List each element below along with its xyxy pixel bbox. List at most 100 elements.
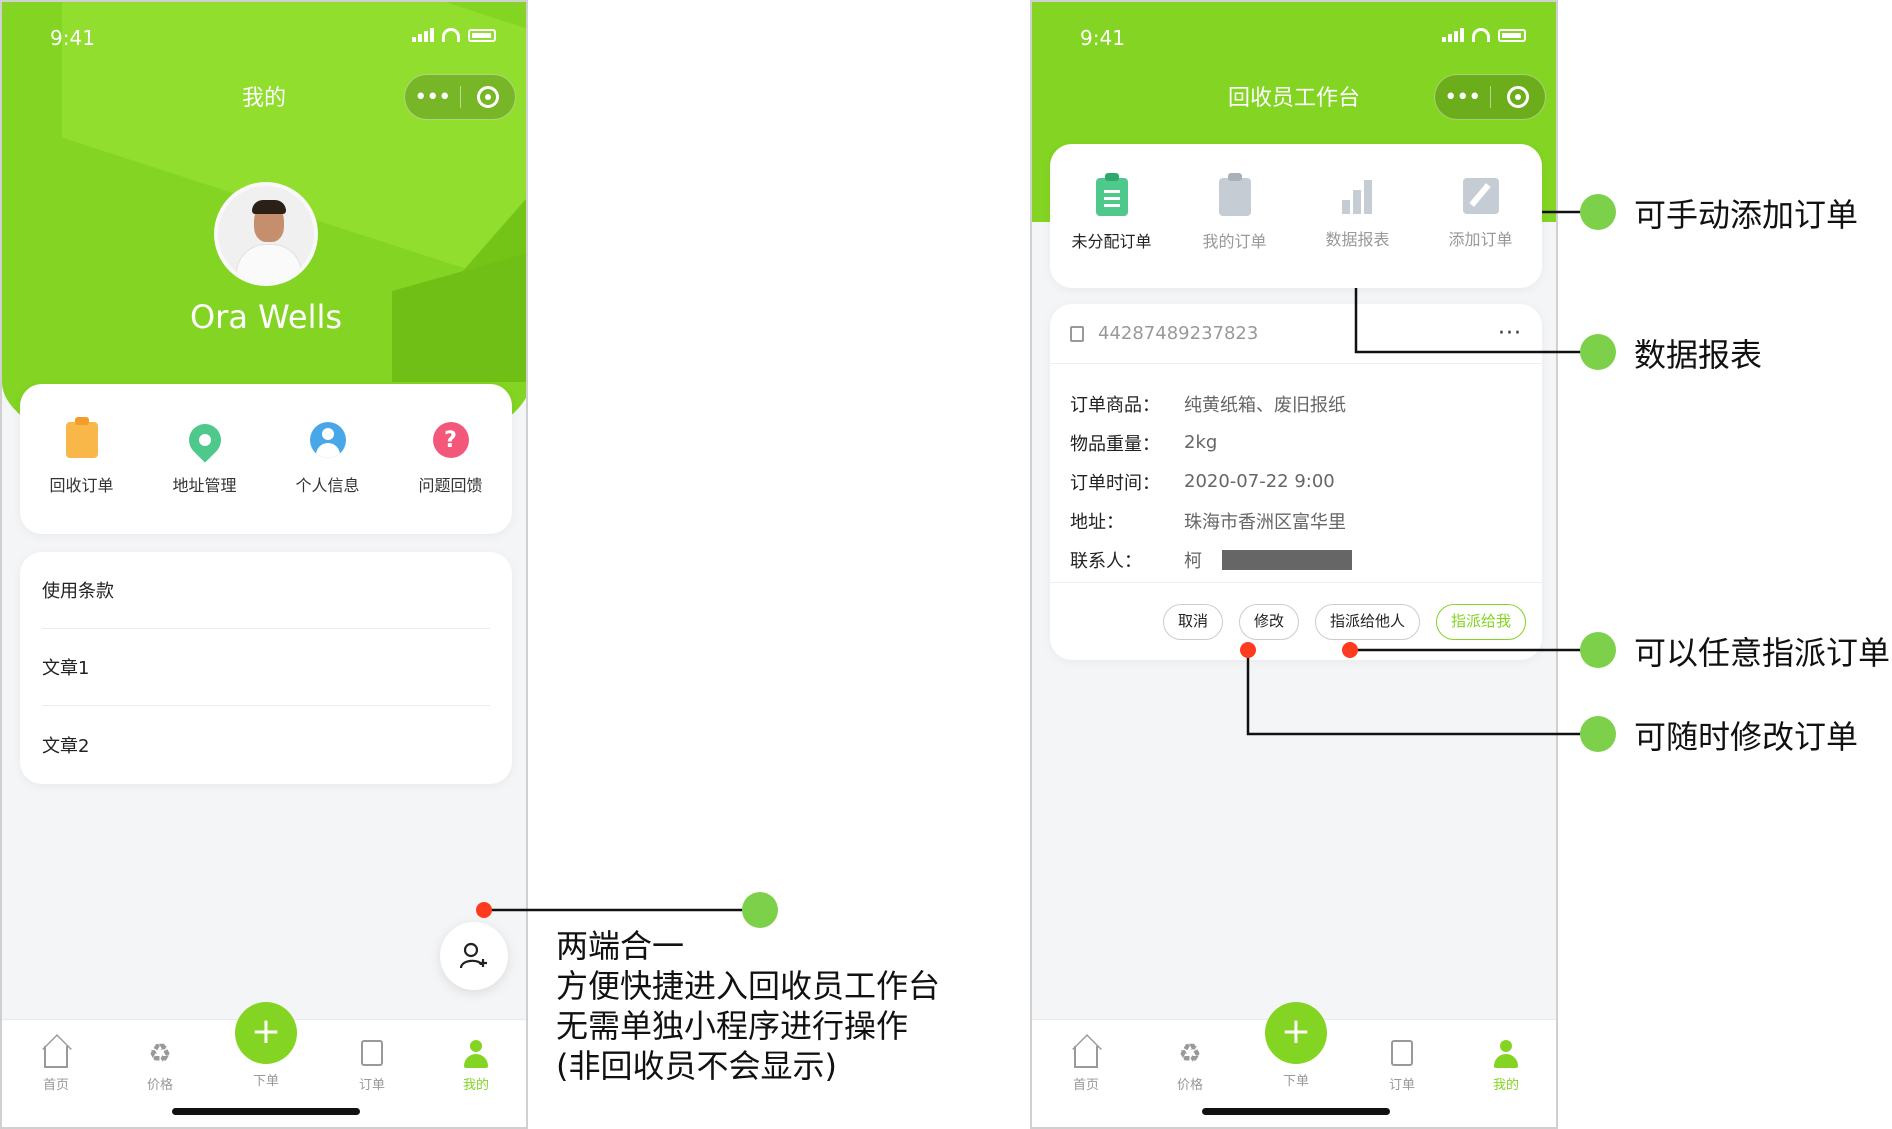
annotation-line: 无需单独小程序进行操作 bbox=[556, 1007, 909, 1045]
menu-item-terms[interactable]: 使用条款 bbox=[42, 552, 490, 629]
quick-action-label: 个人信息 bbox=[295, 476, 360, 495]
work-action-label: 数据报表 bbox=[1325, 230, 1390, 249]
quick-action-label: 问题回馈 bbox=[418, 476, 483, 495]
work-action-label: 未分配订单 bbox=[1071, 232, 1152, 251]
modify-order-button[interactable]: 修改 bbox=[1238, 603, 1299, 640]
plus-icon[interactable]: + bbox=[235, 1002, 297, 1064]
profile-phone-screen: 9:41 我的 ••• Ora Wells 回收订单 地址管理 个人信息 ? 问… bbox=[0, 0, 528, 1129]
location-pin-icon bbox=[181, 417, 228, 463]
field-label: 订单商品： bbox=[1070, 394, 1160, 416]
field-label: 联系人： bbox=[1070, 550, 1142, 572]
quick-action-recycle-orders[interactable]: 回收订单 bbox=[20, 384, 143, 534]
order-field-address: 地址： 珠海市香洲区富华里 bbox=[1070, 501, 1542, 540]
home-indicator bbox=[172, 1108, 360, 1115]
tab-price[interactable]: ♻ 价格 bbox=[120, 1040, 200, 1093]
status-bar: 9:41 bbox=[1032, 2, 1556, 72]
status-bar: 9:41 bbox=[2, 2, 526, 72]
tab-me[interactable]: 我的 bbox=[436, 1040, 516, 1093]
annotation-line: 两端合一 bbox=[556, 927, 685, 965]
order-more-button[interactable]: ··· bbox=[1498, 321, 1522, 346]
order-icon bbox=[1391, 1040, 1413, 1066]
field-label: 地址： bbox=[1070, 511, 1124, 533]
order-header: 44287489237823 ··· bbox=[1050, 304, 1542, 364]
marker-circle bbox=[1580, 334, 1616, 370]
order-number: 44287489237823 bbox=[1098, 323, 1259, 344]
tab-home[interactable]: 首页 bbox=[1046, 1040, 1126, 1093]
close-miniprogram-icon[interactable] bbox=[1490, 86, 1545, 108]
quick-action-label: 回收订单 bbox=[49, 476, 114, 495]
collector-workbench-screen: 9:41 回收员工作台 ••• 未分配订单 我的订单 数据报表 添加订单 442… bbox=[1030, 0, 1558, 1129]
user-icon bbox=[462, 1040, 490, 1068]
annotation-switch-description: 两端合一 方便快捷进入回收员工作台 无需单独小程序进行操作 (非回收员不会显示) bbox=[556, 926, 940, 1086]
battery-icon bbox=[1498, 29, 1526, 42]
more-icon[interactable]: ••• bbox=[405, 85, 460, 110]
field-value: 2kg bbox=[1184, 432, 1218, 453]
annotation-data-report: 数据报表 bbox=[1634, 336, 1763, 374]
work-action-unassigned-orders[interactable]: 未分配订单 bbox=[1050, 144, 1173, 288]
recycle-icon: ♻ bbox=[1178, 1039, 1202, 1069]
more-icon[interactable]: ••• bbox=[1435, 85, 1490, 110]
tab-label: 订单 bbox=[1388, 1078, 1415, 1093]
order-card: 44287489237823 ··· 订单商品： 纯黄纸箱、废旧报纸 物品重量：… bbox=[1050, 304, 1542, 660]
question-icon: ? bbox=[432, 422, 469, 458]
recycle-icon: ♻ bbox=[148, 1039, 172, 1069]
cancel-order-button[interactable]: 取消 bbox=[1162, 603, 1223, 640]
home-icon bbox=[1074, 1046, 1098, 1068]
battery-icon bbox=[468, 29, 496, 42]
tab-price[interactable]: ♻ 价格 bbox=[1150, 1040, 1230, 1093]
work-action-label: 我的订单 bbox=[1202, 232, 1267, 251]
close-miniprogram-icon[interactable] bbox=[460, 86, 515, 108]
tab-home[interactable]: 首页 bbox=[16, 1040, 96, 1093]
order-actions: 取消 修改 指派给他人 指派给我 bbox=[1050, 582, 1542, 660]
miniprogram-capsule[interactable]: ••• bbox=[1434, 74, 1546, 120]
tab-label: 我的 bbox=[462, 1078, 489, 1093]
status-time: 9:41 bbox=[50, 26, 95, 50]
field-value: 纯黄纸箱、废旧报纸 bbox=[1184, 394, 1346, 416]
quick-actions-card: 回收订单 地址管理 个人信息 ? 问题回馈 bbox=[20, 384, 512, 534]
avatar[interactable] bbox=[214, 182, 318, 286]
quick-action-feedback[interactable]: ? 问题回馈 bbox=[389, 384, 512, 534]
annotation-assign-order: 可以任意指派订单 bbox=[1634, 634, 1891, 672]
workbench-actions-card: 未分配订单 我的订单 数据报表 添加订单 bbox=[1050, 144, 1542, 288]
order-field-contact: 联系人： 柯 bbox=[1070, 540, 1542, 579]
tab-orders[interactable]: 订单 bbox=[332, 1040, 412, 1093]
status-icons bbox=[412, 28, 496, 42]
switch-to-collector-button[interactable] bbox=[440, 922, 508, 990]
annotation-line: 方便快捷进入回收员工作台 bbox=[556, 967, 941, 1005]
edit-icon bbox=[1462, 178, 1499, 214]
miniprogram-capsule[interactable]: ••• bbox=[404, 74, 516, 120]
tab-bar: 首页 ♻ 价格 + 下单 订单 我的 bbox=[2, 1002, 526, 1127]
order-field-goods: 订单商品： 纯黄纸箱、废旧报纸 bbox=[1070, 384, 1542, 423]
quick-action-address[interactable]: 地址管理 bbox=[143, 384, 266, 534]
tab-orders[interactable]: 订单 bbox=[1362, 1040, 1442, 1093]
clipboard-icon bbox=[1218, 173, 1251, 216]
plus-icon[interactable]: + bbox=[1265, 1002, 1327, 1064]
annotation-modify-order: 可随时修改订单 bbox=[1634, 718, 1859, 756]
wifi-icon bbox=[1472, 28, 1490, 42]
field-label: 订单时间： bbox=[1070, 472, 1160, 494]
tab-label: 价格 bbox=[1176, 1078, 1203, 1093]
status-time: 9:41 bbox=[1080, 26, 1125, 50]
tab-me[interactable]: 我的 bbox=[1466, 1040, 1546, 1093]
quick-action-label: 地址管理 bbox=[172, 476, 237, 495]
signal-icon bbox=[1442, 28, 1464, 42]
menu-item-article-1[interactable]: 文章1 bbox=[42, 629, 490, 706]
quick-action-personal-info[interactable]: 个人信息 bbox=[266, 384, 389, 534]
order-details: 订单商品： 纯黄纸箱、废旧报纸 物品重量： 2kg 订单时间： 2020-07-… bbox=[1050, 364, 1542, 579]
clipboard-icon bbox=[65, 417, 98, 458]
work-action-add-order[interactable]: 添加订单 bbox=[1419, 144, 1542, 288]
work-action-data-report[interactable]: 数据报表 bbox=[1296, 144, 1419, 288]
marker-circle bbox=[742, 892, 778, 928]
tab-place-order[interactable]: + 下单 bbox=[1264, 1002, 1328, 1089]
annotation-line: (非回收员不会显示) bbox=[556, 1047, 837, 1085]
field-value: 柯 bbox=[1184, 550, 1202, 572]
assign-to-me-button[interactable]: 指派给我 bbox=[1435, 603, 1526, 640]
signal-icon bbox=[412, 28, 434, 42]
user-name: Ora Wells bbox=[189, 298, 343, 336]
work-action-label: 添加订单 bbox=[1448, 230, 1513, 249]
work-action-my-orders[interactable]: 我的订单 bbox=[1173, 144, 1296, 288]
menu-item-article-2[interactable]: 文章2 bbox=[42, 706, 490, 783]
tab-place-order[interactable]: + 下单 bbox=[234, 1002, 298, 1089]
assign-to-others-button[interactable]: 指派给他人 bbox=[1314, 603, 1420, 640]
tab-label: 订单 bbox=[358, 1078, 385, 1093]
